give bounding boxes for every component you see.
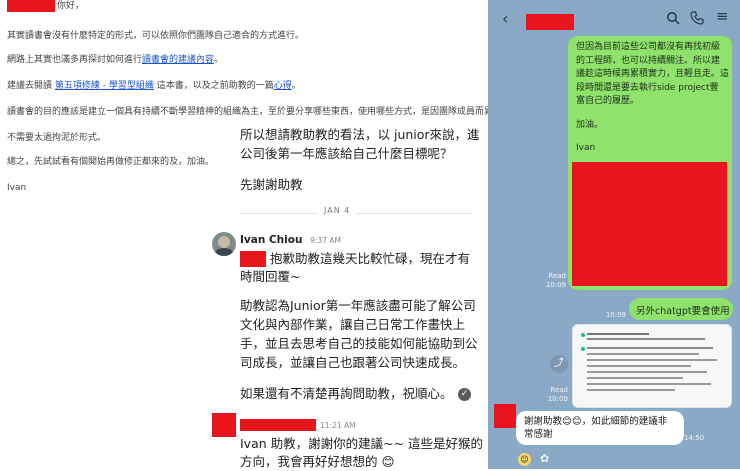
- redacted-name: [7, 0, 55, 12]
- email-line-4: 讀書會的目的應該是建立一個具有持續不斷學習精神的組織為主，至於要分享哪些東西，使…: [7, 107, 503, 117]
- reply-line-1: 抱歉助教這幾天比較忙碌，現在才有: [270, 251, 471, 266]
- reply-line-2: 時間回覆~: [240, 269, 301, 284]
- question-line-1: 所以想請教助教的看法，以 junior來說，進: [240, 127, 480, 142]
- back-icon[interactable]: ‹: [502, 9, 508, 28]
- chatgpt-text: 另外chatgpt要會使用: [636, 306, 730, 317]
- image-message-screenshot[interactable]: [572, 324, 732, 408]
- email-line-5: 不需要太過拘泥於形式。: [7, 133, 107, 143]
- read-receipt-1: Read 10:09: [545, 272, 566, 289]
- read-receipt-2: Read 10:09: [547, 386, 568, 403]
- redacted-avatar-phone: [494, 404, 516, 428]
- date-divider: JAN 4: [318, 206, 357, 215]
- search-icon[interactable]: [666, 11, 680, 25]
- avatar[interactable]: [212, 232, 236, 256]
- reply-line-7: 如果還有不清楚再詢問助教，祝順心。: [240, 386, 453, 401]
- reply-line-3: 助教認為Junior第一年應該盡可能了解公司: [240, 298, 476, 313]
- followup-line-2: 方向，我會再好好想想的 😊: [240, 454, 395, 469]
- email-signature: Ivan: [7, 183, 27, 193]
- emoji-icon[interactable]: ☺: [518, 453, 531, 466]
- redacted-contact-name: [526, 14, 574, 30]
- reply-line-5: 手，並且去思考自己的技能如何能協助到公: [240, 336, 478, 351]
- incoming-text: 謝謝助教😊😊，如此細節的建議非 常感謝: [524, 416, 668, 440]
- sticker-icon[interactable]: ✿: [540, 452, 549, 465]
- email-greeting: 你好，: [57, 1, 85, 11]
- link-fifth-discipline[interactable]: 第五項修練 - 學習型組織: [55, 81, 154, 91]
- email-line-1: 其實讀書會沒有什麼特定的形式，可以依照你們團隊自己適合的方式進行。: [7, 31, 305, 41]
- link-reading-suggestions[interactable]: 讀書會的建議內容: [142, 55, 214, 65]
- redacted-sender: [240, 419, 316, 431]
- redacted-mention: [240, 251, 266, 267]
- link-notes[interactable]: 心得: [274, 81, 292, 91]
- followup-line-1: Ivan 助教，謝謝你的建議~~ 這些是好猴的: [240, 436, 484, 451]
- phone-icon[interactable]: [690, 11, 704, 25]
- time-label-4: 14:50: [684, 434, 705, 442]
- reply-line-6: 司成長，並讓自己也跟著公司快速成長。: [240, 355, 466, 370]
- mobile-chat-panel: ‹ ≡ 但因為目前這些公司都沒有再找初級 的工程師，也可以持續關注。所以建 議趁…: [488, 0, 740, 469]
- share-icon[interactable]: ⤴: [550, 355, 568, 373]
- email-line-3: 建議去閱讀 第五項修練 - 學習型組織 這本書，以及之前助教的一篇心得。: [7, 81, 301, 91]
- verified-check-icon: ✓: [458, 388, 471, 401]
- green-bubble-text: 但因為目前這些公司都沒有再找初級 的工程師，也可以持續關注。所以建 議趁這時候再…: [576, 42, 730, 153]
- reply-time: 9:37 AM: [310, 236, 341, 245]
- time-label-2: 10:09: [605, 311, 626, 319]
- question-thanks: 先謝謝助教: [240, 177, 303, 192]
- redacted-image: [572, 162, 727, 286]
- menu-icon[interactable]: ≡: [716, 7, 729, 25]
- reply-line-4: 文化與內部作業，讓自己日常工作畫快上: [240, 317, 466, 332]
- question-line-2: 公司後第一年應該給自己什麼目標呢？: [240, 146, 453, 161]
- email-line-6: 總之，先試試看有個開始再做修正都來的及，加油。: [7, 157, 215, 167]
- reply-header: Ivan Chiou 9:37 AM: [240, 234, 341, 246]
- author-name[interactable]: Ivan Chiou: [240, 234, 302, 246]
- email-line-2: 網路上其實也滿多再探討如何進行讀書會的建議內容。: [7, 55, 224, 65]
- followup-time: 11:21 AM: [320, 421, 356, 430]
- redacted-avatar: [212, 413, 236, 437]
